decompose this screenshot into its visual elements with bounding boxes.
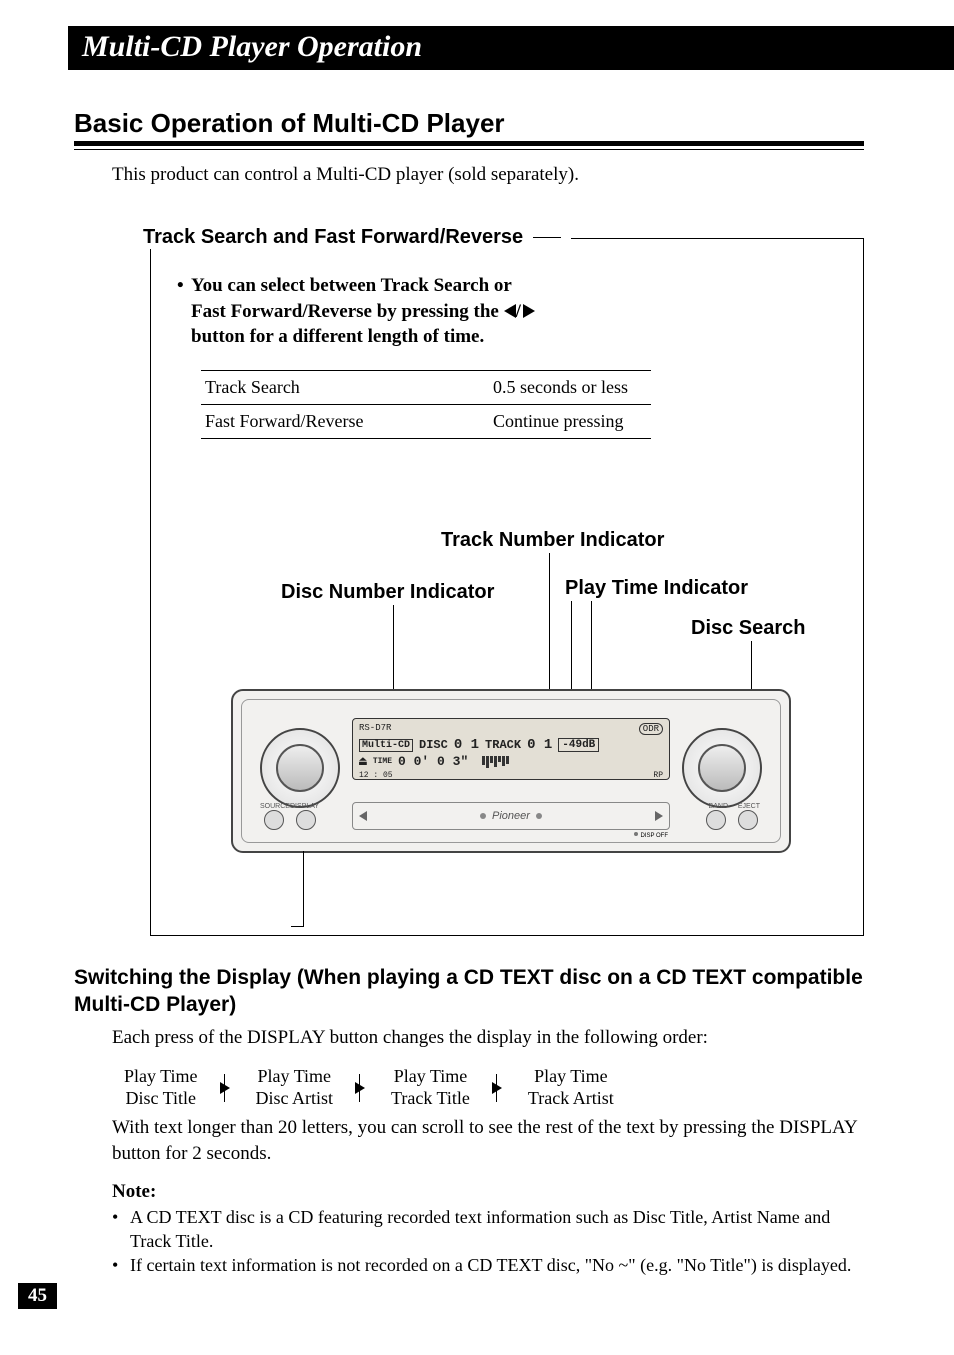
right-dial <box>682 728 762 808</box>
lcd-mode: Multi-CD <box>359 739 413 752</box>
bullet-line1: You can select between Track Search or <box>191 275 512 296</box>
spectrum-icon <box>482 756 509 768</box>
band-label: BAND <box>709 803 728 810</box>
band-button <box>706 810 726 830</box>
note-heading: Note: <box>112 1181 864 1203</box>
left-dial <box>260 728 340 808</box>
note-2: If certain text information is not recor… <box>130 1253 851 1277</box>
lcd-rp: RP <box>653 771 663 780</box>
eject-indicator-icon: ⏏ <box>359 754 367 769</box>
lcd-db: -49dB <box>558 738 599 752</box>
lcd-clock: 12 : 05 <box>359 771 393 780</box>
section-title: Basic Operation of Multi-CD Player <box>74 108 864 146</box>
triangle-right-icon <box>523 304 535 318</box>
bullet-slash: / <box>516 301 521 322</box>
device-brand: Pioneer <box>492 810 530 822</box>
bullet-line3: button for a different length of time. <box>191 326 484 347</box>
seq-item-4: Play Time Track Artist <box>528 1066 614 1109</box>
timing-r2c1: Fast Forward/Reverse <box>201 405 489 438</box>
bullet-instruction: •You can select between Track Search or … <box>177 273 837 350</box>
source-button <box>264 810 284 830</box>
lcd-screen: RS-D7R ODR Multi-CD DISC 0 1 TRACK 0 1 -… <box>352 718 670 780</box>
triangle-left-icon <box>504 304 516 318</box>
arrow-right-icon <box>220 1074 234 1102</box>
eject-label: EJECT <box>738 803 760 810</box>
seq-item-3: Play Time Track Title <box>391 1066 470 1109</box>
lcd-track-label: TRACK <box>485 738 521 752</box>
intro-text: This product can control a Multi-CD play… <box>112 164 864 186</box>
page-number: 45 <box>18 1283 57 1309</box>
timing-r1c2: 0.5 seconds or less <box>489 371 651 404</box>
display-button <box>296 810 316 830</box>
manual-page: Multi-CD Player Operation Basic Operatio… <box>0 0 954 1355</box>
note-1: A CD TEXT disc is a CD featuring recorde… <box>130 1205 864 1254</box>
timing-r1c1: Track Search <box>201 371 489 404</box>
lcd-track-value: 0 1 <box>527 737 552 753</box>
scroll-para: With text longer than 20 letters, you ca… <box>112 1115 864 1166</box>
lcd-time-value: 0 0' 0 3" <box>398 754 468 769</box>
eject-button <box>738 810 758 830</box>
label-play-time-indicator: Play Time Indicator <box>565 577 748 600</box>
leader-line-down <box>303 851 304 927</box>
switching-display-title: Switching the Display (When playing a CD… <box>74 964 864 1019</box>
arrow-right-icon <box>355 1074 369 1102</box>
lcd-disc-value: 0 1 <box>454 737 479 753</box>
device-illustration: RS-D7R ODR Multi-CD DISC 0 1 TRACK 0 1 -… <box>231 689 791 853</box>
note-list: •A CD TEXT disc is a CD featuring record… <box>112 1205 864 1278</box>
prev-icon <box>359 811 367 821</box>
lcd-model: RS-D7R <box>359 723 391 735</box>
display-label: DISPLAY <box>290 803 319 810</box>
lcd-time-label: TIME <box>373 757 392 766</box>
timing-table: Track Search 0.5 seconds or less Fast Fo… <box>201 370 651 439</box>
switching-display-para: Each press of the DISPLAY button changes… <box>112 1025 864 1051</box>
label-track-number-indicator: Track Number Indicator <box>441 529 664 552</box>
seq-item-1: Play Time Disc Title <box>124 1066 198 1109</box>
label-disc-search: Disc Search <box>691 617 806 640</box>
disp-off-label: DISP OFF <box>634 832 668 839</box>
next-icon <box>655 811 663 821</box>
source-label: SOURCE <box>260 803 290 810</box>
diagram-box: Track Search and Fast Forward/Reverse •Y… <box>150 238 864 936</box>
device-button-row: Pioneer <box>352 802 670 830</box>
timing-r2c2: Continue pressing <box>489 405 651 438</box>
subhead-track-search: Track Search and Fast Forward/Reverse <box>143 226 571 249</box>
lcd-odr-badge: ODR <box>639 723 663 735</box>
label-disc-number-indicator: Disc Number Indicator <box>281 581 494 604</box>
lcd-disc-label: DISC <box>419 738 448 752</box>
seq-item-2: Play Time Disc Artist <box>256 1066 334 1109</box>
display-sequence: Play Time Disc Title Play Time Disc Arti… <box>124 1066 864 1109</box>
bullet-line2a: Fast Forward/Reverse by pressing the <box>191 301 504 322</box>
device-bezel: RS-D7R ODR Multi-CD DISC 0 1 TRACK 0 1 -… <box>241 699 781 843</box>
arrow-right-icon <box>492 1074 506 1102</box>
chapter-title: Multi-CD Player Operation <box>68 26 954 70</box>
